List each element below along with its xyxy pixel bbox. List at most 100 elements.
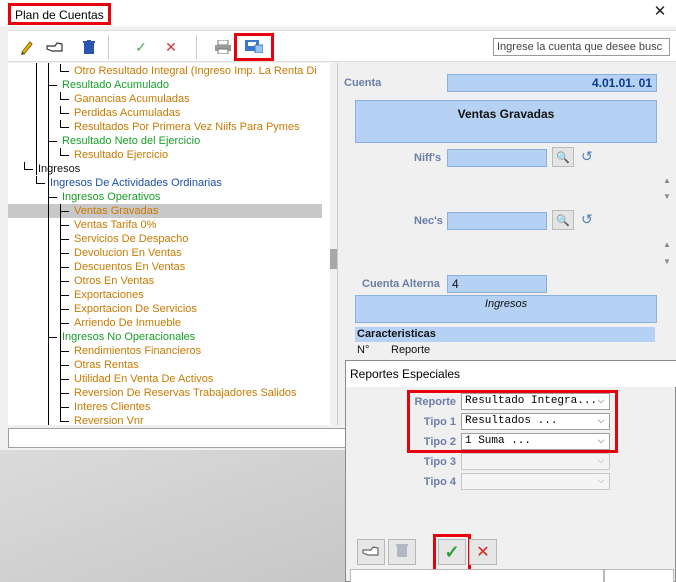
tree-node[interactable]: Perdidas Acumuladas [8,106,328,120]
chevron-down-icon: ⌵ [597,436,605,446]
tree-node[interactable]: Ganancias Acumuladas [8,92,328,106]
reporte-select[interactable]: Resultado Integra... ⌵ [461,393,610,410]
close-button[interactable]: ✕ [652,4,668,20]
tipo2-select[interactable]: 1 Suma ... ⌵ [461,433,610,450]
tree-node[interactable]: Ingresos [8,162,328,176]
niifs-search-button[interactable]: 🔍 [552,147,574,167]
cancel-button[interactable]: ✕ [469,539,497,565]
toolbar-separator [108,35,109,59]
tree-node[interactable]: Otros En Ventas [8,274,328,288]
cuenta-alterna-field[interactable]: 4 [447,275,547,293]
tree-node[interactable]: Ingresos No Operacionales [8,330,328,344]
tree-node[interactable]: Ventas Tarifa 0% [8,218,328,232]
caracteristicas-header: Caracteristicas [355,327,655,342]
tree-node-label: Interes Clientes [74,401,151,413]
search-icon: 🔍 [556,214,570,227]
account-detail-panel: Cuenta 4.01.01. 01 Ventas Gravadas Niff'… [338,63,676,353]
window-title: Plan de Cuentas [8,3,111,25]
chevron-down-icon: ⌵ [597,396,605,406]
tree-node-label: Descuentos En Ventas [74,261,186,273]
export-button[interactable] [234,33,274,61]
tree-node-label: Resultado Acumulado [62,79,170,91]
tipo3-select[interactable]: ⌵ [461,453,610,470]
tipo1-value: Resultados ... [465,415,558,427]
tree-node-label: Otras Rentas [74,359,139,371]
tree-node[interactable]: Resultado Neto del Ejercicio [8,134,328,148]
edit-button[interactable] [357,539,385,565]
tree-node[interactable]: Resultados Por Primera Vez Niifs Para Py… [8,120,328,134]
tree-node[interactable]: Servicios De Despacho [8,232,328,246]
tree-guide-line [36,63,37,175]
dialog-title: Reportes Especiales [346,361,676,387]
tipo2-label: Tipo 2 [423,436,456,448]
tree-node[interactable]: Otras Rentas [8,358,328,372]
caract-col-reporte: Reporte [391,344,431,356]
tipo1-select[interactable]: Resultados ... ⌵ [461,413,610,430]
delete-button[interactable] [388,539,416,565]
tree-node-label: Ganancias Acumuladas [74,93,190,105]
niifs-label: Niff's [414,152,442,164]
accept-button[interactable]: ✓ [438,539,466,565]
tree-node-label: Ventas Gravadas [74,205,159,217]
check-icon[interactable]: ✓ [130,36,152,58]
tree-node[interactable]: Resultado Acumulado [8,78,328,92]
tipo4-label: Tipo 4 [423,476,456,488]
necs-undo-icon[interactable]: ↺ [581,211,593,228]
tree-node[interactable]: Otro Resultado Integral (Ingreso Imp. La… [8,64,328,78]
tree-node-label: Devolucion En Ventas [74,247,182,259]
dialog-status-field-2 [604,569,674,582]
niifs-undo-icon[interactable]: ↺ [581,148,593,165]
tree-status-field [8,428,352,448]
tree-node-label: Arriendo De Inmueble [74,317,182,329]
tree-node[interactable]: Interes Clientes [8,400,328,414]
cuenta-code-field[interactable]: 4.01.01. 01 [447,74,657,92]
necs-spin-up-icon[interactable]: ▲ [663,240,671,249]
tree-node[interactable]: Reversion De Reservas Trabajadores Salid… [8,386,328,400]
printer-icon[interactable] [212,36,234,58]
caract-col-number: N° [357,344,370,356]
tree-node[interactable]: Ingresos De Actividades Ordinarias [8,176,328,190]
tree-node[interactable]: Rendimientos Financieros [8,344,328,358]
necs-field[interactable] [447,212,547,230]
title-bar: Plan de Cuentas ✕ [0,0,676,26]
necs-spin-down-icon[interactable]: ▼ [663,257,671,266]
tree-node-label: Rendimientos Financieros [74,345,202,357]
tree-node[interactable]: Devolucion En Ventas [8,246,328,260]
tree-node[interactable]: Resultado Ejercicio [8,148,328,162]
cuenta-name-field: Ventas Gravadas [355,100,657,143]
niifs-field[interactable] [447,149,547,167]
reporte-value: Resultado Integra... [465,395,598,407]
trash-icon[interactable] [78,36,100,58]
tree-node-label: Servicios De Despacho [74,233,189,245]
tipo2-value: 1 Suma ... [465,435,532,447]
account-tree: Otro Resultado Integral (Ingreso Imp. La… [8,63,338,425]
dialog-status-field [350,569,604,582]
niifs-spin-up-icon[interactable]: ▲ [663,176,671,185]
tree-node-label: Resultados Por Primera Vez Niifs Para Py… [74,121,300,133]
scrollbar-thumb[interactable] [330,249,337,269]
toolbar-separator [196,35,197,59]
account-search-input[interactable]: Ingrese la cuenta que desee busc [493,38,670,56]
tree-node[interactable]: Descuentos En Ventas [8,260,328,274]
tree-node-label: Resultado Ejercicio [74,149,169,161]
tree-node-label: Utilidad En Venta De Activos [74,373,214,385]
tipo4-select[interactable]: ⌵ [461,473,610,490]
reporte-label: Reporte [414,396,456,408]
tree-node[interactable]: Arriendo De Inmueble [8,316,328,330]
pencil-icon[interactable] [16,36,38,58]
tree-node-label: Ingresos [38,163,81,175]
necs-search-button[interactable]: 🔍 [552,210,574,230]
tree-node[interactable]: Ingresos Operativos [8,190,328,204]
niifs-spin-down-icon[interactable]: ▼ [663,192,671,201]
tree-node[interactable]: Exportacion De Servicios [8,302,328,316]
cancel-icon[interactable]: ✕ [160,36,182,58]
tree-node[interactable]: Reversion Vnr [8,414,328,425]
tree-node-label: Perdidas Acumuladas [74,107,181,119]
chevron-down-icon: ⌵ [597,456,605,466]
tree-node[interactable]: Exportaciones [8,288,328,302]
tree-node[interactable]: Utilidad En Venta De Activos [8,372,328,386]
toolbar: ✓ ✕ Ingrese la cuenta que desee busc [8,30,676,62]
tree-vertical-scrollbar[interactable] [330,63,337,425]
tree-node[interactable]: Ventas Gravadas [8,204,322,218]
hand-pointer-icon[interactable] [44,36,66,58]
